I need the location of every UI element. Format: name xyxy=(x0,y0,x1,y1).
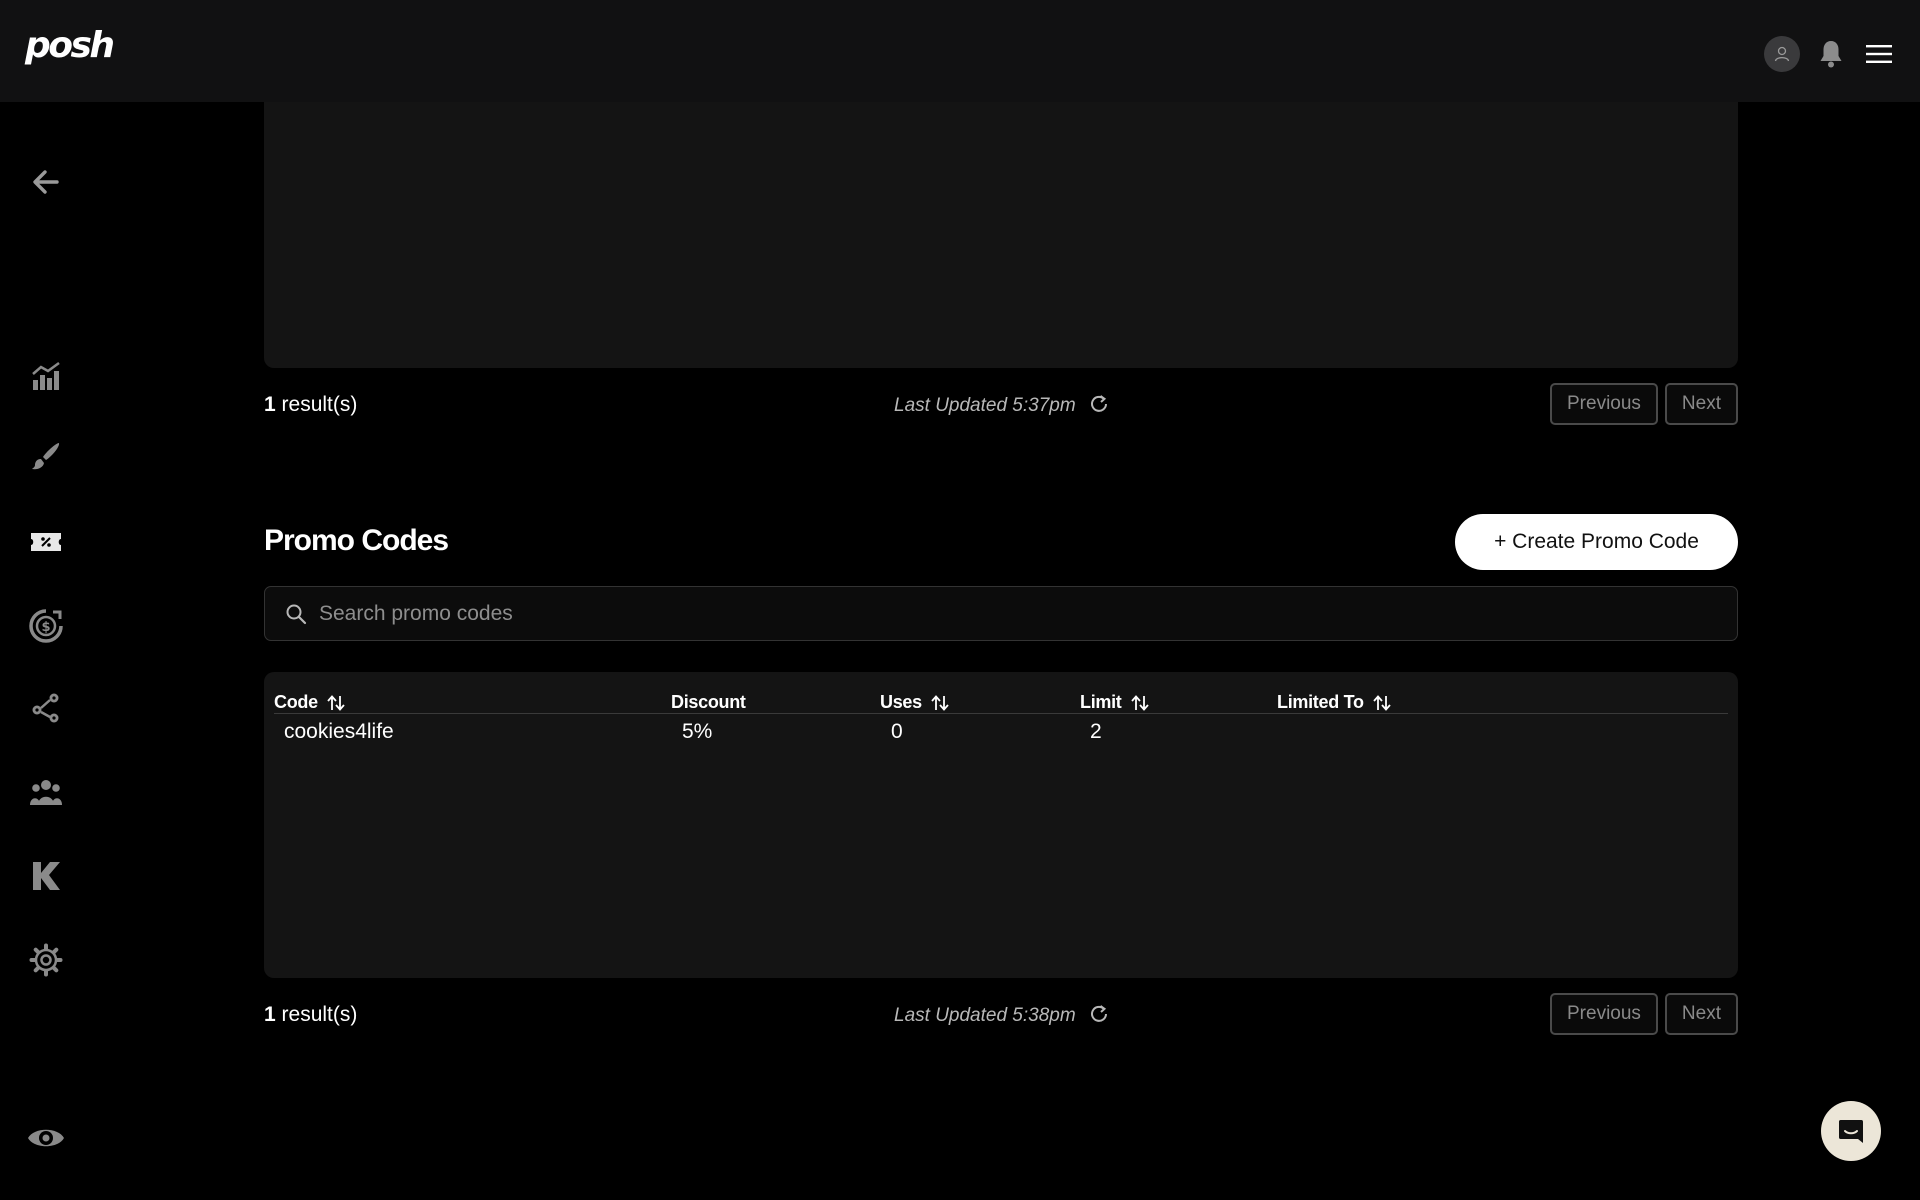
network-icon xyxy=(32,693,59,723)
hamburger-icon xyxy=(1866,45,1892,63)
paint-brush-icon xyxy=(32,443,60,470)
upper-table-panel xyxy=(264,102,1738,368)
svg-text:$: $ xyxy=(41,620,50,635)
ticket-icon xyxy=(31,533,61,551)
pagination: Previous Next xyxy=(1550,993,1738,1035)
promo-codes-title: Promo Codes xyxy=(264,524,449,557)
team-icon xyxy=(30,780,62,805)
next-button[interactable]: Next xyxy=(1664,993,1738,1035)
promo-table-footer: 1 result(s) Last Updated 5:38pm Previous… xyxy=(264,993,1738,1035)
chat-support-button[interactable] xyxy=(1821,1101,1881,1161)
search-input[interactable] xyxy=(319,601,1737,626)
column-header-limited-to[interactable]: Limited To xyxy=(1277,692,1392,713)
sidebar-item-preview[interactable] xyxy=(26,1120,66,1156)
sidebar-item-finance[interactable]: $ xyxy=(28,608,64,644)
sort-icon xyxy=(1372,694,1391,711)
sidebar-item-tickets[interactable] xyxy=(28,524,64,560)
results-suffix: result(s) xyxy=(275,393,358,416)
last-updated-text: Last Updated 5:37pm xyxy=(894,395,1076,416)
promo-search-bar[interactable] xyxy=(264,586,1738,641)
sidebar-item-settings[interactable] xyxy=(28,942,64,978)
sidebar-item-analytics[interactable] xyxy=(28,358,64,394)
next-button[interactable]: Next xyxy=(1664,383,1738,425)
table-header: Code Discount Uses Limit Limited To xyxy=(274,682,1728,714)
sort-icon xyxy=(1130,694,1149,711)
promo-codes-table: Code Discount Uses Limit Limited To cook… xyxy=(264,672,1738,978)
sidebar-item-design[interactable] xyxy=(28,438,64,474)
refresh-icon[interactable] xyxy=(1088,1003,1110,1025)
sidebar-item-back[interactable] xyxy=(28,164,64,200)
create-promo-code-button[interactable]: + Create Promo Code xyxy=(1455,514,1738,570)
last-updated-text: Last Updated 5:38pm xyxy=(894,1005,1076,1026)
sort-icon xyxy=(327,694,345,711)
menu-button[interactable] xyxy=(1862,37,1896,71)
kickback-icon xyxy=(33,862,60,890)
top-bar: posh xyxy=(0,0,1920,102)
pagination: Previous Next xyxy=(1550,383,1738,425)
top-right-icons xyxy=(1764,36,1896,72)
column-label: Limit xyxy=(1080,692,1122,712)
sidebar-item-affiliates[interactable] xyxy=(28,690,64,726)
back-arrow-icon xyxy=(33,170,59,194)
previous-button[interactable]: Previous xyxy=(1550,993,1658,1035)
results-number: 1 xyxy=(264,393,276,416)
column-header-code[interactable]: Code xyxy=(274,692,346,713)
column-header-limit[interactable]: Limit xyxy=(1080,692,1150,713)
analytics-chart-icon xyxy=(32,361,60,390)
avatar[interactable] xyxy=(1764,36,1800,72)
cell-discount: 5% xyxy=(682,720,713,743)
cell-limit: 2 xyxy=(1090,720,1102,743)
gear-icon xyxy=(29,943,63,977)
cell-code[interactable]: cookies4life xyxy=(284,720,394,744)
eye-icon xyxy=(28,1129,64,1147)
sort-icon xyxy=(931,694,949,711)
cell-uses: 0 xyxy=(891,720,903,743)
previous-button[interactable]: Previous xyxy=(1550,383,1658,425)
results-count: 1 result(s) xyxy=(264,1003,357,1027)
column-header-uses[interactable]: Uses xyxy=(880,692,950,713)
chat-icon xyxy=(1839,1120,1863,1143)
refresh-icon[interactable] xyxy=(1088,393,1110,415)
column-header-discount: Discount xyxy=(671,692,746,713)
user-icon xyxy=(1774,46,1790,62)
column-label: Limited To xyxy=(1277,692,1364,712)
search-icon xyxy=(286,604,307,624)
column-label: Discount xyxy=(671,692,746,712)
posh-logo[interactable]: posh xyxy=(25,28,115,64)
money-icon: $ xyxy=(29,609,63,643)
sidebar-item-team[interactable] xyxy=(28,774,64,810)
sidebar-item-kickback[interactable] xyxy=(28,858,64,894)
results-suffix: result(s) xyxy=(275,1003,358,1026)
results-count: 1 result(s) xyxy=(264,393,357,417)
column-label: Uses xyxy=(880,692,922,712)
results-number: 1 xyxy=(264,1003,276,1026)
upper-table-footer: 1 result(s) Last Updated 5:37pm Previous… xyxy=(264,383,1738,425)
bell-icon xyxy=(1820,41,1842,68)
notifications-button[interactable] xyxy=(1814,37,1848,71)
sidebar: $ xyxy=(0,102,92,1200)
column-label: Code xyxy=(274,692,318,712)
